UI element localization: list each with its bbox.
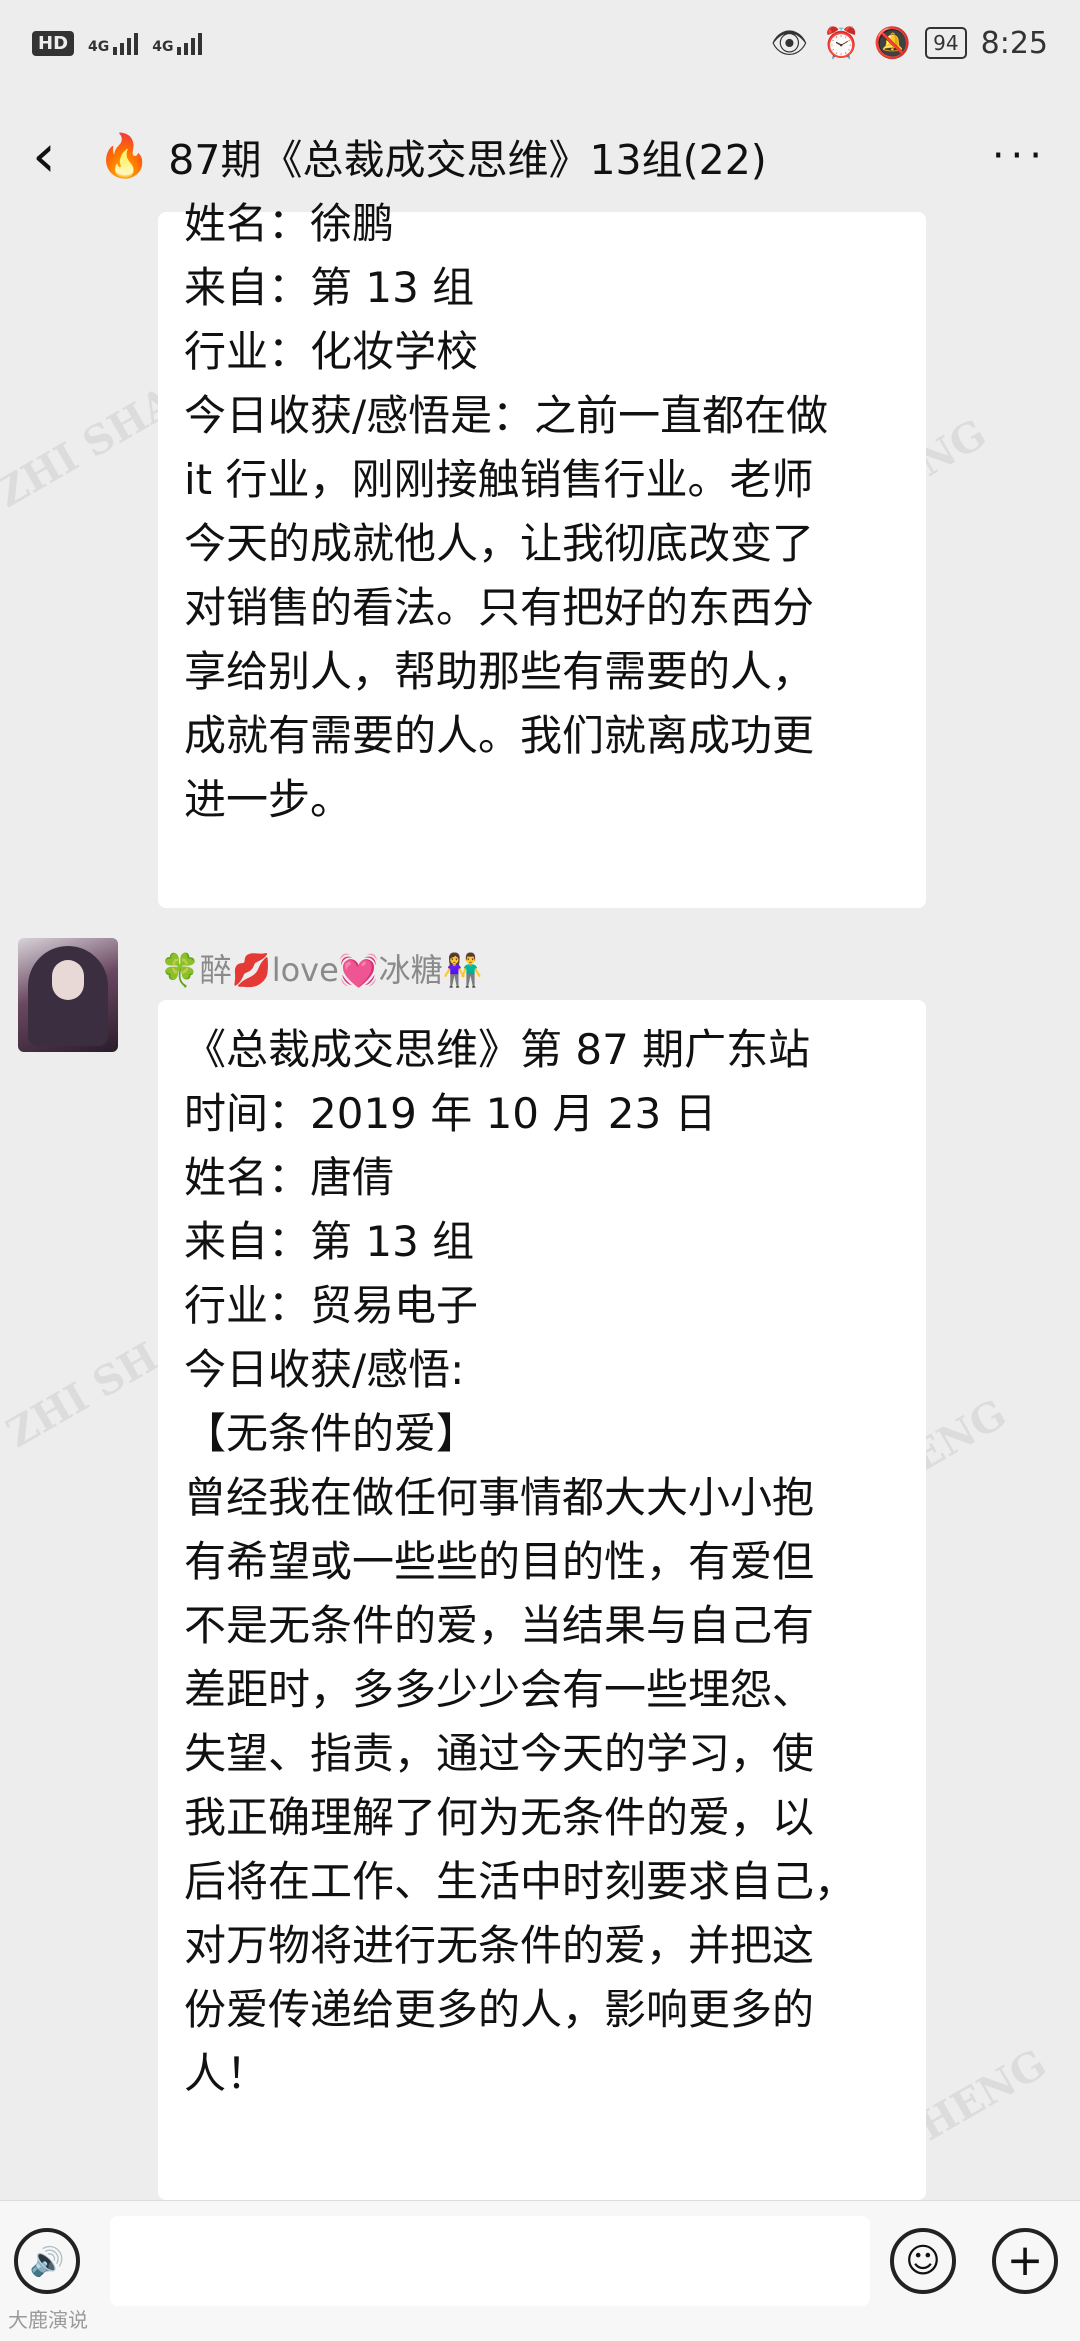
signal-icon: 4G <box>88 31 139 55</box>
alarm-icon: ⏰ <box>822 25 860 61</box>
message-line: 对销售的看法。只有把好的东西分 <box>184 583 815 632</box>
plus-icon[interactable]: + <box>992 2228 1058 2294</box>
message-line: 《总裁成交思维》第 87 期广东站 <box>184 1025 811 1074</box>
mute-icon: 🔕 <box>873 25 912 61</box>
message-line: 行业：贸易电子 <box>184 1281 479 1330</box>
sender-name: 🍀醉💋love💓冰糖👫 <box>160 951 483 989</box>
message-line: 来自：第 13 组 <box>184 1217 475 1266</box>
hd-badge: HD <box>32 30 75 56</box>
battery-icon: 94 <box>925 27 967 59</box>
message-line: 今日收获/感悟是：之前一直都在做 <box>184 391 829 440</box>
message-line: 后将在工作、生活中时刻要求自己， <box>184 1857 857 1906</box>
message-line: 时间：2019 年 10 月 23 日 <box>184 1089 717 1138</box>
message-line: 有希望或一些些的目的性，有爱但 <box>184 1537 815 1586</box>
voice-icon[interactable]: 🔊 <box>14 2228 80 2294</box>
emoji-icon[interactable]: ☺ <box>890 2228 956 2294</box>
message-line: 行业：化妆学校 <box>184 327 479 376</box>
message-line: 份爱传递给更多的人，影响更多的 <box>184 1985 815 2034</box>
message-line: 进一步。 <box>184 775 353 824</box>
message-line: 对万物将进行无条件的爱，并把这 <box>184 1921 815 1970</box>
fire-icon: 🔥 <box>98 131 151 180</box>
message-line: 差距时，多多少少会有一些埋怨、 <box>184 1665 815 1714</box>
message-line: 成就有需要的人。我们就离成功更 <box>184 711 815 760</box>
signal-icon: 4G <box>152 31 203 55</box>
message-line: 来自：第 13 组 <box>184 263 475 312</box>
chat-title: 87期《总裁成交思维》13组(22) <box>168 136 767 184</box>
message-line: 人！ <box>184 2049 269 2098</box>
message-line: 享给别人，帮助那些有需要的人， <box>184 647 815 696</box>
avatar[interactable] <box>18 938 118 1052</box>
message-bubble[interactable]: 姓名：徐鹏 来自：第 13 组 行业：化妆学校 今日收获/感悟是：之前一直都在做… <box>158 199 926 908</box>
message-line: 【无条件的爱】 <box>184 1409 479 1458</box>
message-line: 曾经我在做任何事情都大大小小抱 <box>184 1473 815 1522</box>
message-bubble[interactable]: 《总裁成交思维》第 87 期广东站 时间：2019 年 10 月 23 日 姓名… <box>158 1000 926 2200</box>
message-line: 今天的成就他人，让我彻底改变了 <box>184 519 815 568</box>
status-bar: HD 4G 4G 👁 ⏰ 🔕 94 8:25 <box>0 0 1080 86</box>
clock-time: 8:25 <box>980 25 1048 61</box>
message-line: 不是无条件的爱，当结果与自己有 <box>184 1601 815 1650</box>
eye-icon: 👁 <box>770 25 809 61</box>
more-icon[interactable]: ··· <box>992 133 1048 179</box>
message-line: 姓名：徐鹏 <box>184 199 395 248</box>
message-line: 姓名：唐倩 <box>184 1153 395 1202</box>
message-line: 失望、指责，通过今天的学习，使 <box>184 1729 815 1778</box>
message-input[interactable] <box>110 2216 870 2306</box>
back-icon[interactable]: ‹ <box>32 126 56 186</box>
message-line: it 行业，刚刚接触销售行业。老师 <box>184 455 814 504</box>
message-line: 今日收获/感悟: <box>184 1345 465 1394</box>
watermark-logo: 大鹿演说 <box>8 2308 88 2332</box>
message-line: 我正确理解了何为无条件的爱，以 <box>184 1793 815 1842</box>
